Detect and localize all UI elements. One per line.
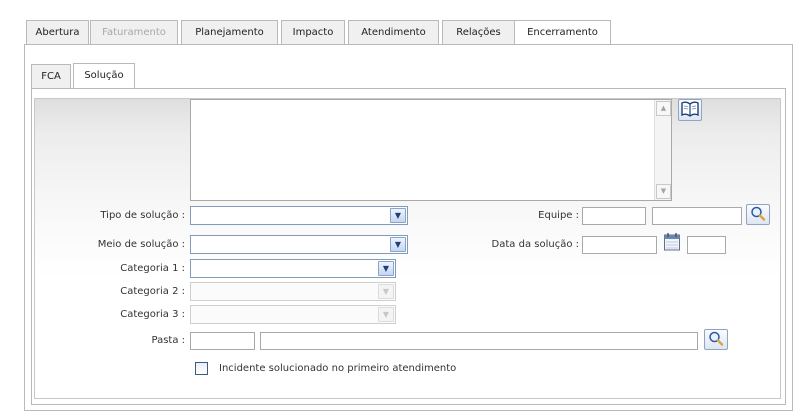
subtab-fca[interactable]: FCA — [31, 64, 71, 88]
first-contact-checkbox[interactable] — [195, 362, 208, 375]
calendar-button[interactable] — [663, 232, 681, 252]
solucao-panel: ▲ ▼ Tipo de solução : ▼ Meio de solução … — [31, 88, 786, 405]
tab-impacto[interactable]: Impacto — [281, 20, 345, 45]
categoria3-select: ▼ — [190, 305, 396, 324]
equipe-name-input[interactable] — [652, 207, 742, 225]
calendar-icon — [664, 233, 680, 251]
categoria1-select[interactable]: ▼ — [190, 259, 396, 278]
tab-encerramento[interactable]: Encerramento — [514, 20, 611, 46]
categoria2-label: Categoria 2 : — [120, 286, 185, 297]
categoria3-label: Categoria 3 : — [120, 309, 185, 320]
scroll-down-icon[interactable]: ▼ — [656, 184, 671, 199]
meio-solucao-label: Meio de solução : — [97, 239, 185, 250]
meio-solucao-select[interactable]: ▼ — [190, 235, 408, 254]
book-button[interactable] — [678, 99, 702, 121]
tipo-solucao-select[interactable]: ▼ — [190, 206, 408, 225]
tipo-solucao-label: Tipo de solução : — [100, 210, 185, 221]
data-solucao-time-input[interactable] — [687, 236, 726, 254]
solution-textarea[interactable]: ▲ ▼ — [190, 99, 672, 201]
pasta-search-button[interactable] — [704, 329, 728, 350]
textarea-scrollbar[interactable]: ▲ ▼ — [654, 100, 671, 200]
chevron-down-icon: ▼ — [378, 307, 394, 322]
chevron-down-icon: ▼ — [378, 284, 394, 299]
categoria1-label: Categoria 1 : — [120, 263, 185, 274]
tab-planejamento[interactable]: Planejamento — [181, 20, 278, 45]
first-contact-label: Incidente solucionado no primeiro atendi… — [219, 363, 457, 374]
data-solucao-label: Data da solução : — [491, 239, 579, 250]
equipe-label: Equipe : — [538, 210, 579, 221]
tab-abertura[interactable]: Abertura — [26, 20, 89, 45]
chevron-down-icon[interactable]: ▼ — [390, 208, 406, 223]
book-icon — [681, 101, 699, 117]
solucao-form: ▲ ▼ Tipo de solução : ▼ Meio de solução … — [34, 98, 781, 399]
tab-atendimento[interactable]: Atendimento — [348, 20, 439, 45]
equipe-search-button[interactable] — [746, 204, 770, 225]
categoria2-select: ▼ — [190, 282, 396, 301]
encerramento-panel: FCA Solução ▲ ▼ Tipo de solução: ▼ Meio… — [24, 44, 793, 411]
tab-faturamento: Faturamento — [90, 20, 178, 45]
pasta-desc-input[interactable] — [260, 332, 698, 350]
magnifier-icon — [709, 331, 724, 346]
tab-relacoes[interactable]: Relações — [442, 20, 515, 45]
pasta-label: Pasta : — [151, 335, 185, 346]
chevron-down-icon[interactable]: ▼ — [378, 261, 394, 276]
pasta-code-input[interactable] — [190, 332, 255, 350]
subtab-solucao[interactable]: Solução — [73, 63, 135, 88]
equipe-code-input[interactable] — [582, 207, 646, 225]
chevron-down-icon[interactable]: ▼ — [390, 237, 406, 252]
magnifier-icon — [751, 206, 766, 221]
scroll-up-icon[interactable]: ▲ — [656, 101, 671, 116]
data-solucao-date-input[interactable] — [582, 236, 657, 254]
